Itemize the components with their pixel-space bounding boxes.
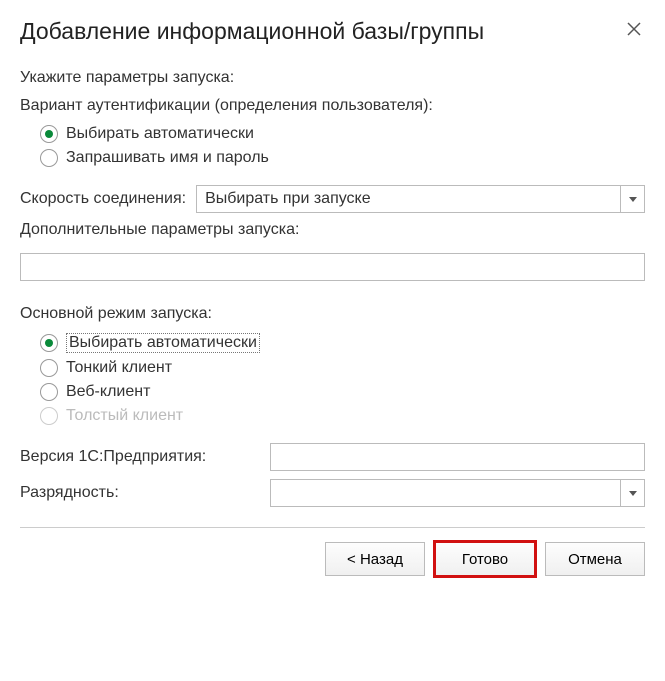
separator bbox=[20, 527, 645, 528]
bitness-label: Разрядность: bbox=[20, 484, 260, 502]
connection-speed-value: Выбирать при запуске bbox=[197, 186, 620, 212]
back-button[interactable]: < Назад bbox=[325, 542, 425, 576]
auth-label: Вариант аутентификации (определения поль… bbox=[20, 97, 645, 115]
bitness-dropdown[interactable] bbox=[270, 479, 645, 507]
finish-button[interactable]: Готово bbox=[435, 542, 535, 576]
chevron-down-icon[interactable] bbox=[620, 480, 644, 506]
auth-option-auto[interactable]: Выбирать автоматически bbox=[40, 125, 645, 143]
bitness-value bbox=[271, 480, 620, 506]
dialog-title: Добавление информационной базы/группы bbox=[20, 18, 484, 45]
chevron-down-icon[interactable] bbox=[620, 186, 644, 212]
radio-icon bbox=[40, 334, 58, 352]
launch-mode-option-thin[interactable]: Тонкий клиент bbox=[40, 359, 645, 377]
auth-option-manual[interactable]: Запрашивать имя и пароль bbox=[40, 149, 645, 167]
cancel-button[interactable]: Отмена bbox=[545, 542, 645, 576]
auth-option-manual-label: Запрашивать имя и пароль bbox=[66, 149, 269, 167]
launch-mode-option-auto-label: Выбирать автоматически bbox=[66, 333, 260, 353]
launch-mode-option-web-label: Веб-клиент bbox=[66, 383, 150, 401]
connection-speed-dropdown[interactable]: Выбирать при запуске bbox=[196, 185, 645, 213]
launch-mode-option-thick-label: Толстый клиент bbox=[66, 407, 183, 425]
launch-mode-option-auto[interactable]: Выбирать автоматически bbox=[40, 333, 645, 353]
radio-icon bbox=[40, 125, 58, 143]
launch-mode-option-thick: Толстый клиент bbox=[40, 407, 645, 425]
extra-params-label: Дополнительные параметры запуска: bbox=[20, 221, 645, 239]
radio-icon bbox=[40, 359, 58, 377]
extra-params-input[interactable] bbox=[20, 253, 645, 281]
launch-mode-option-web[interactable]: Веб-клиент bbox=[40, 383, 645, 401]
launch-mode-radio-group: Выбирать автоматически Тонкий клиент Веб… bbox=[40, 333, 645, 425]
version-label: Версия 1С:Предприятия: bbox=[20, 448, 260, 466]
auth-radio-group: Выбирать автоматически Запрашивать имя и… bbox=[40, 125, 645, 167]
connection-speed-label: Скорость соединения: bbox=[20, 190, 186, 208]
close-icon[interactable] bbox=[623, 18, 645, 42]
version-input[interactable] bbox=[270, 443, 645, 471]
prompt-label: Укажите параметры запуска: bbox=[20, 69, 645, 87]
launch-mode-label: Основной режим запуска: bbox=[20, 305, 645, 323]
auth-option-auto-label: Выбирать автоматически bbox=[66, 125, 254, 143]
launch-mode-option-thin-label: Тонкий клиент bbox=[66, 359, 172, 377]
radio-icon bbox=[40, 383, 58, 401]
radio-icon bbox=[40, 149, 58, 167]
radio-icon bbox=[40, 407, 58, 425]
